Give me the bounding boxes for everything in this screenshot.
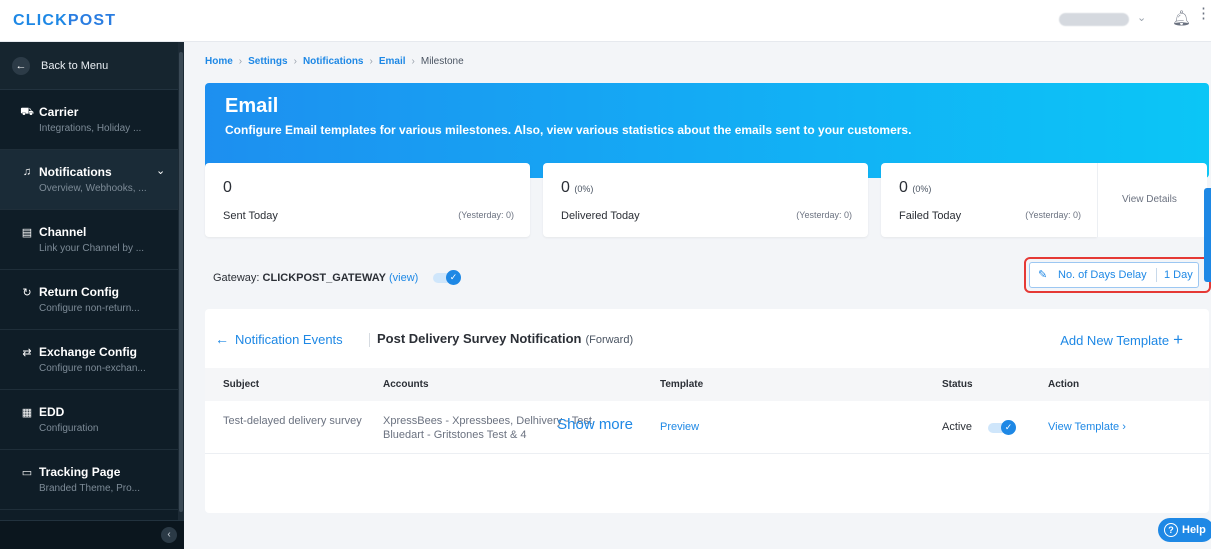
column-header-subject: Subject [223, 379, 260, 390]
arrow-left-icon: ← [12, 57, 30, 75]
add-new-template-button[interactable]: Add New Template + [1060, 330, 1183, 350]
gateway-name: CLICKPOST_GATEWAY [262, 272, 386, 284]
view-details-card: View Details [1097, 163, 1207, 237]
column-header-accounts: Accounts [383, 379, 429, 390]
stat-card-sent: 0 Sent Today (Yesterday: 0) [205, 163, 530, 237]
status-toggle[interactable]: ✓ [988, 420, 1016, 435]
exchange-icon: ⇄ [22, 347, 32, 359]
user-menu[interactable]: ⌄ [1059, 12, 1159, 27]
gateway-row: Gateway: CLICKPOST_GATEWAY (view) [213, 272, 419, 284]
row-subject: Test-delayed delivery survey [223, 415, 362, 427]
return-icon: ↻ [22, 287, 32, 299]
divider [369, 333, 370, 347]
chevron-right-icon: › [293, 56, 297, 67]
sidebar-footer: ‹ [0, 520, 184, 549]
breadcrumb-notifications[interactable]: Notifications [303, 56, 364, 67]
column-header-action: Action [1048, 379, 1080, 390]
calendar-icon: ▦ [21, 407, 33, 419]
breadcrumb-current: Milestone [420, 56, 464, 67]
user-name-blurred [1059, 13, 1129, 26]
panel-title: Post Delivery Survey Notification (Forwar… [377, 331, 634, 346]
page-description: Configure Email templates for various mi… [225, 123, 912, 137]
view-details-link[interactable]: View Details [1122, 194, 1177, 205]
sidebar-scrollbar[interactable] [178, 42, 184, 522]
sidebar-item-tracking-page[interactable]: ▭ Tracking Page Branded Theme, Pro... [0, 450, 178, 510]
sidebar-item-channel[interactable]: ▤ Channel Link your Channel by ... [0, 210, 178, 270]
page-title: Email [225, 95, 279, 117]
sidebar-item-carrier[interactable]: ⛟ Carrier Integrations, Holiday ... [0, 90, 178, 150]
view-template-link[interactable]: View Template › [1048, 421, 1126, 433]
days-delay-button[interactable]: ✎ No. of Days Delay 1 Day [1029, 262, 1199, 288]
chevron-right-icon: › [1122, 421, 1126, 433]
divider [1156, 268, 1157, 282]
tracking-page-icon: ▭ [21, 467, 33, 479]
scrollbar-thumb[interactable] [179, 52, 183, 512]
show-more-link[interactable]: Show more [557, 417, 633, 432]
chevron-down-icon: ⌄ [1137, 12, 1147, 24]
sidebar: ← Back to Menu ⛟ Carrier Integrations, H… [0, 42, 184, 549]
breadcrumb-settings[interactable]: Settings [248, 56, 287, 67]
collapse-sidebar-button[interactable]: ‹ [161, 527, 177, 543]
templates-panel: ← Notification Events Post Delivery Surve… [205, 309, 1209, 513]
stat-card-failed: 0 (0%) Failed Today (Yesterday: 0) [881, 163, 1097, 237]
check-icon: ✓ [1001, 420, 1016, 435]
chevron-right-icon: › [411, 56, 415, 67]
sidebar-item-notifications[interactable]: ♫ Notifications ⌄ Overview, Webhooks, ..… [0, 150, 178, 210]
sidebar-item-exchange-config[interactable]: ⇄ Exchange Config Configure non-exchan..… [0, 330, 178, 390]
carrier-icon: ⛟ [20, 106, 34, 118]
bell-icon: ♫ [22, 166, 32, 178]
sidebar-item-edd[interactable]: ▦ EDD Configuration [0, 390, 178, 450]
breadcrumb-email[interactable]: Email [379, 56, 406, 67]
notification-bell-icon[interactable]: 🔔︎ [1172, 9, 1191, 27]
notification-events-back-link[interactable]: ← Notification Events [215, 331, 343, 347]
channel-icon: ▤ [21, 227, 33, 239]
clickpost-logo[interactable]: CLICKPOST [13, 12, 116, 30]
breadcrumb-home[interactable]: Home [205, 56, 233, 67]
page-scrollbar-thumb[interactable] [1204, 188, 1211, 282]
row-status: Active [942, 421, 972, 433]
chevron-right-icon: › [369, 56, 373, 67]
chevron-right-icon: › [238, 56, 243, 67]
back-to-menu-button[interactable]: ← Back to Menu [0, 42, 178, 90]
pencil-icon: ✎ [1038, 269, 1048, 281]
arrow-left-icon: ← [215, 331, 229, 347]
table-row: Test-delayed delivery survey XpressBees … [205, 401, 1209, 454]
stat-card-delivered: 0 (0%) Delivered Today (Yesterday: 0) [543, 163, 868, 237]
gateway-view-link[interactable]: (view) [389, 272, 418, 284]
chevron-down-icon: ⌄ [156, 165, 166, 177]
top-bar: CLICKPOST ⌄ 🔔︎ ⋮ [0, 0, 1211, 42]
preview-link[interactable]: Preview [660, 421, 699, 433]
sidebar-item-return-config[interactable]: ↻ Return Config Configure non-return... [0, 270, 178, 330]
plus-icon: + [1173, 330, 1183, 349]
breadcrumb: Home › Settings › Notifications › Email › Milest… [205, 56, 464, 67]
row-accounts: XpressBees - Xpressbees, Delhivery - Tes… [383, 415, 633, 441]
table-header: Subject Accounts Template Status Action [205, 368, 1209, 401]
column-header-status: Status [942, 379, 973, 390]
column-header-template: Template [660, 379, 704, 390]
more-menu-icon[interactable]: ⋮ [1196, 4, 1211, 22]
gateway-toggle[interactable]: ✓ [433, 270, 461, 285]
question-icon: ? [1164, 523, 1178, 537]
help-button[interactable]: ? Help [1158, 518, 1211, 542]
check-icon: ✓ [446, 270, 461, 285]
